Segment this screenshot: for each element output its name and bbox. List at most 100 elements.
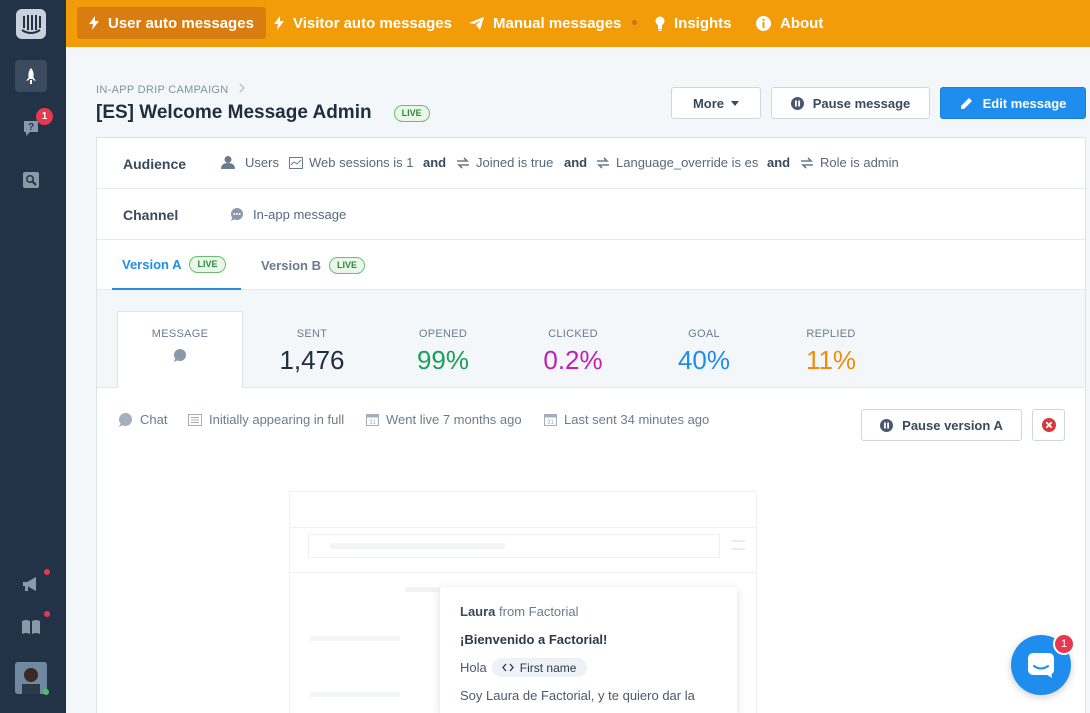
stat-replied[interactable]: REPLIED 11% [781, 290, 881, 376]
help-badge: 1 [36, 108, 53, 125]
book-notification-dot [44, 611, 50, 617]
stat-value: 99% [416, 345, 470, 375]
nav-label: Insights [674, 14, 732, 32]
audience-condition: Joined is true [456, 155, 553, 170]
channel-row[interactable]: Channel In-app message [97, 189, 1085, 240]
tab-version-a[interactable]: Version A LIVE [112, 240, 241, 290]
pause-message-label: Pause message [812, 95, 911, 111]
left-sidebar: ? 1 [0, 0, 66, 713]
channel-text: In-app message [253, 207, 347, 222]
status-badge: LIVE [328, 256, 365, 274]
sender-name: Laura [460, 604, 496, 619]
more-label: More [692, 95, 725, 111]
user-icon [221, 156, 235, 169]
lightbulb-icon [655, 16, 665, 31]
pause-version-label: Pause version A [902, 417, 1003, 433]
intercom-chat-icon [1028, 653, 1054, 678]
meta-text: Last sent 34 minutes ago [564, 412, 710, 427]
lightning-icon [274, 16, 284, 30]
condition-text: Users [245, 155, 279, 170]
pencil-icon [960, 97, 972, 109]
stat-clicked[interactable]: CLICKED 0.2% [523, 290, 623, 376]
message-heading: ¡Bienvenido a Factorial! [460, 632, 608, 647]
page-title: [ES] Welcome Message Admin LIVE [96, 102, 430, 124]
edit-message-button[interactable]: Edit message [940, 87, 1086, 119]
message-body: Soy Laura de Factorial, y te quiero dar … [460, 688, 695, 703]
sender-from: from Factorial [499, 604, 579, 619]
stat-value: 0.2% [543, 345, 603, 375]
stat-opened[interactable]: OPENED 99% [393, 290, 493, 376]
message-type: Chat [118, 412, 167, 427]
greeting-word: Hola [460, 660, 487, 675]
and-joiner: and [423, 155, 447, 170]
caret-down-icon [731, 100, 740, 106]
audience-condition: Web sessions is 1 [289, 155, 414, 170]
pause-icon [790, 96, 804, 110]
nav-user-auto-messages[interactable]: User auto messages [77, 7, 266, 39]
message-greeting-line: Hola First name [460, 658, 588, 677]
top-navigation: User auto messages Visitor auto messages… [66, 0, 1090, 47]
chat-bubble-icon [231, 208, 243, 221]
megaphone-icon[interactable] [15, 568, 47, 600]
tab-version-b[interactable]: Version B LIVE [261, 240, 365, 290]
nav-about[interactable]: About [744, 7, 835, 39]
stat-sent[interactable]: SENT 1,476 [262, 290, 362, 376]
svg-text:31: 31 [369, 420, 376, 426]
channel-label: Channel [123, 207, 179, 223]
meta-text: Chat [140, 412, 168, 427]
stat-value: 11% [805, 345, 857, 375]
delete-version-button[interactable] [1032, 409, 1065, 441]
avatar[interactable] [15, 662, 47, 694]
audience-row[interactable]: Audience Users Web sessions is 1 and Joi… [97, 138, 1085, 189]
stats-bar: MESSAGE SENT 1,476 OPENED 99% CLICKED 0.… [97, 290, 1085, 388]
launcher-badge: 1 [1053, 633, 1075, 655]
inbox-search-icon[interactable] [15, 164, 47, 196]
edit-message-label: Edit message [982, 95, 1067, 111]
chat-bubble-icon [119, 412, 132, 427]
page-title-text: [ES] Welcome Message Admin [96, 102, 372, 123]
chevron-right-icon [239, 83, 245, 93]
stat-label: CLICKED [548, 328, 598, 340]
attribute-pill: First name [491, 658, 588, 677]
pause-icon [880, 418, 894, 432]
version-tabs: Version A LIVE Version B LIVE [97, 240, 1085, 290]
nav-label: Visitor auto messages [293, 14, 452, 32]
meta-text: Initially appearing in full [209, 412, 345, 427]
status-badge: LIVE [189, 255, 226, 273]
tab-label: Version B [261, 257, 321, 273]
more-button[interactable]: More [671, 87, 761, 119]
breadcrumb[interactable]: IN-APP DRIP CAMPAIGN [96, 83, 246, 96]
stat-label: SENT [296, 328, 328, 340]
audience-label: Audience [123, 156, 187, 172]
appearance-style: Initially appearing in full [188, 412, 344, 427]
stat-message[interactable]: MESSAGE [117, 311, 243, 388]
stat-label: GOAL [688, 328, 720, 340]
stat-goal[interactable]: GOAL 40% [654, 290, 754, 376]
stat-label: REPLIED [806, 328, 856, 340]
pause-version-button[interactable]: Pause version A [861, 409, 1022, 441]
book-icon[interactable] [15, 611, 47, 643]
audience-condition: Language_override is es [596, 155, 758, 170]
stat-value: 40% [677, 345, 731, 375]
nav-insights[interactable]: Insights [643, 7, 744, 39]
intercom-logo-icon[interactable] [15, 8, 47, 40]
pause-message-button[interactable]: Pause message [771, 87, 930, 119]
calendar-icon: 31 [366, 414, 379, 426]
nav-manual-messages[interactable]: Manual messages [457, 7, 633, 39]
status-badge: LIVE [393, 104, 430, 122]
chat-bubble-icon [174, 349, 186, 362]
channel-value: In-app message [230, 207, 346, 222]
audience-condition: Role is admin [800, 155, 899, 170]
audience-condition: Users [221, 155, 279, 170]
meta-text: Went live 7 months ago [386, 412, 522, 427]
lightning-icon [89, 16, 99, 30]
and-joiner: and [564, 155, 588, 170]
nav-label: Manual messages [493, 14, 622, 32]
and-joiner: and [767, 155, 791, 170]
rocket-icon[interactable] [15, 60, 47, 92]
info-icon [756, 15, 771, 31]
tab-label: Version A [122, 256, 182, 272]
in-app-message-card[interactable]: Laura from Factorial ¡Bienvenido a Facto… [440, 587, 737, 713]
nav-visitor-auto-messages[interactable]: Visitor auto messages [262, 7, 464, 39]
svg-text:31: 31 [547, 420, 554, 426]
